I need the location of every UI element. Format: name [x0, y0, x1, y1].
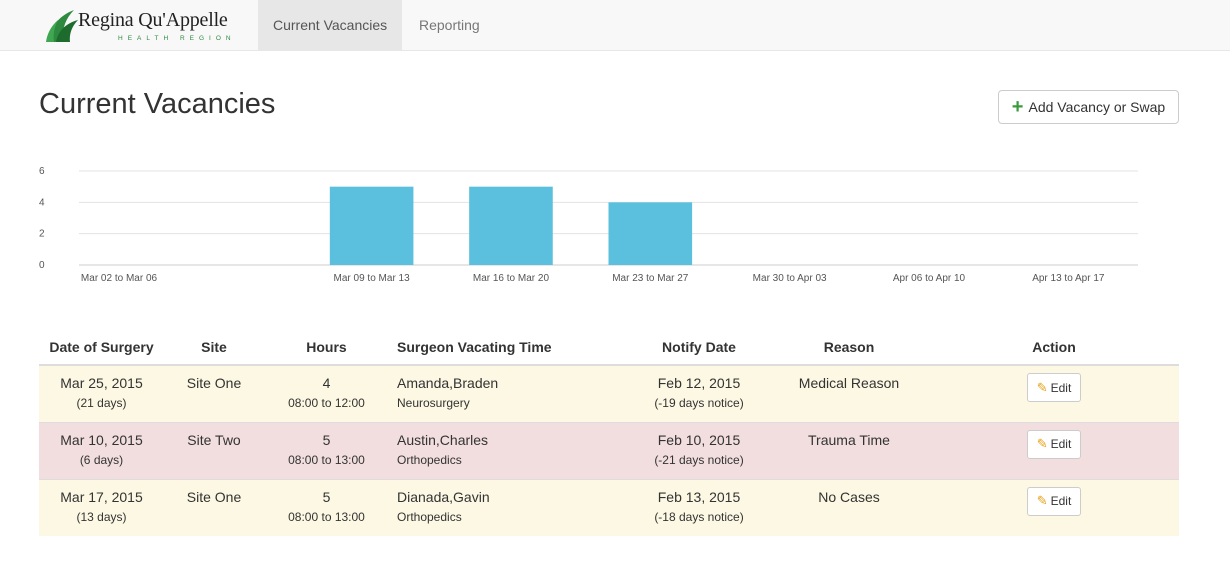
- surgery-date-cell: Mar 25, 2015 (21 days): [39, 364, 164, 422]
- leaf-logo-icon: [46, 10, 78, 42]
- y-tick-label: 4: [39, 197, 45, 208]
- brand-subtitle: HEALTH REGION: [118, 35, 236, 42]
- top-navbar: Regina Qu'Appelle HEALTH REGION Current …: [0, 0, 1230, 51]
- specialty: Orthopedics: [397, 509, 462, 524]
- notify-cell: Feb 12, 2015 (-19 days notice): [629, 364, 769, 422]
- page-title: Current Vacancies: [39, 88, 276, 120]
- edit-label: Edit: [1050, 380, 1072, 395]
- vacancies-table: Date of Surgery Site Hours Surgeon Vacat…: [39, 330, 1179, 536]
- x-tick-label: Mar 02 to Mar 06: [81, 273, 158, 284]
- tab-reporting[interactable]: Reporting: [404, 0, 495, 50]
- x-tick-label: Mar 23 to Mar 27: [612, 273, 689, 284]
- hours-cell: 5 08:00 to 13:00: [264, 421, 389, 479]
- surgery-date: Mar 25, 2015: [60, 375, 143, 391]
- notice-days: (-18 days notice): [654, 509, 744, 524]
- x-tick-label: Mar 09 to Mar 13: [334, 273, 411, 284]
- table-header-row: Date of Surgery Site Hours Surgeon Vacat…: [39, 330, 1179, 366]
- hours-value: 4: [322, 375, 331, 391]
- y-tick-label: 0: [39, 260, 45, 271]
- surgeon-name: Dianada,Gavin: [397, 488, 490, 505]
- site-cell: Site Two: [164, 421, 264, 479]
- days-until: (13 days): [76, 509, 127, 524]
- y-tick-label: 6: [39, 166, 45, 177]
- col-surgeon: Surgeon Vacating Time: [389, 330, 629, 366]
- surgeon-name: Austin,Charles: [397, 431, 489, 448]
- time-range: 08:00 to 13:00: [288, 452, 365, 467]
- col-reason: Reason: [769, 330, 929, 366]
- y-tick-label: 2: [39, 229, 45, 240]
- surgery-date: Mar 17, 2015: [60, 488, 143, 505]
- surgeon-cell: Dianada,Gavin Orthopedics: [389, 478, 629, 536]
- edit-button[interactable]: ✎ Edit: [1026, 429, 1082, 459]
- notice-days: (-21 days notice): [654, 452, 744, 467]
- hours-cell: 5 08:00 to 13:00: [264, 478, 389, 536]
- table-row: Mar 10, 2015 (6 days) Site Two 5 08:00 to …: [39, 421, 1179, 479]
- tab-current-vacancies[interactable]: Current Vacancies: [258, 0, 403, 50]
- surgery-date-cell: Mar 10, 2015 (6 days): [39, 421, 164, 479]
- time-range: 08:00 to 12:00: [288, 396, 365, 410]
- edit-label: Edit: [1050, 494, 1072, 508]
- add-vacancy-label: Add Vacancy or Swap: [1028, 99, 1166, 115]
- reason-cell: Trauma Time: [769, 421, 929, 479]
- time-range: 08:00 to 13:00: [288, 509, 365, 524]
- table-row: Mar 25, 2015 (21 days) Site One 4 08:00 to…: [39, 364, 1179, 422]
- action-cell: ✎ Edit: [929, 478, 1179, 536]
- x-tick-label: Apr 13 to Apr 17: [1032, 273, 1105, 284]
- surgery-date-cell: Mar 17, 2015 (13 days): [39, 478, 164, 536]
- col-date-of-surgery: Date of Surgery: [39, 330, 164, 366]
- site-cell: Site One: [164, 364, 264, 422]
- chart-bar: [469, 186, 553, 265]
- action-cell: ✎ Edit: [929, 421, 1179, 479]
- notify-cell: Feb 13, 2015 (-18 days notice): [629, 478, 769, 536]
- specialty: Neurosurgery: [397, 396, 470, 410]
- col-action: Action: [929, 330, 1179, 366]
- brand-name: Regina Qu'Appelle: [78, 9, 228, 31]
- brand-logo[interactable]: Regina Qu'Appelle HEALTH REGION: [44, 6, 244, 46]
- x-tick-label: Mar 30 to Apr 03: [753, 273, 827, 284]
- pencil-icon: ✎: [1036, 379, 1048, 395]
- notify-date: Feb 13, 2015: [657, 488, 741, 505]
- surgeon-cell: Amanda,Braden Neurosurgery: [389, 364, 629, 422]
- action-cell: ✎ Edit: [929, 364, 1179, 422]
- specialty: Orthopedics: [397, 452, 462, 467]
- notify-cell: Feb 10, 2015 (-21 days notice): [629, 421, 769, 479]
- site-cell: Site One: [164, 478, 264, 536]
- reason-cell: No Cases: [769, 478, 929, 536]
- surgery-date: Mar 10, 2015: [60, 431, 143, 448]
- reason-cell: Medical Reason: [769, 364, 929, 422]
- notify-date: Feb 10, 2015: [657, 431, 741, 448]
- days-until: (21 days): [76, 396, 127, 410]
- pencil-icon: ✎: [1036, 436, 1048, 451]
- chart-bar: [329, 186, 414, 265]
- notify-date: Feb 12, 2015: [657, 375, 741, 391]
- edit-button[interactable]: ✎ Edit: [1026, 486, 1082, 516]
- col-site: Site: [164, 330, 264, 366]
- hours-cell: 4 08:00 to 12:00: [264, 364, 389, 422]
- x-tick-label: Apr 06 to Apr 10: [893, 273, 966, 284]
- chart-bar: [608, 202, 693, 265]
- edit-label: Edit: [1050, 437, 1072, 451]
- pencil-icon: ✎: [1036, 493, 1048, 508]
- hours-value: 5: [322, 431, 331, 448]
- add-vacancy-button[interactable]: + Add Vacancy or Swap: [998, 90, 1179, 124]
- vacancy-bar-chart: 0 2 4 6 Mar 02 to Mar 06 Mar 09 to Mar 13 Mar …: [39, 166, 1138, 284]
- notice-days: (-19 days notice): [654, 396, 744, 410]
- surgeon-cell: Austin,Charles Orthopedics: [389, 421, 629, 479]
- table-row: Mar 17, 2015 (13 days) Site One 5 08:00 to…: [39, 478, 1179, 536]
- plus-icon: +: [1011, 96, 1024, 118]
- col-hours: Hours: [264, 330, 389, 366]
- col-notify-date: Notify Date: [629, 330, 769, 366]
- days-until: (6 days): [79, 452, 124, 467]
- surgeon-name: Amanda,Braden: [397, 375, 499, 391]
- hours-value: 5: [322, 488, 331, 505]
- edit-button[interactable]: ✎ Edit: [1026, 373, 1082, 402]
- x-tick-label: Mar 16 to Mar 20: [473, 273, 550, 284]
